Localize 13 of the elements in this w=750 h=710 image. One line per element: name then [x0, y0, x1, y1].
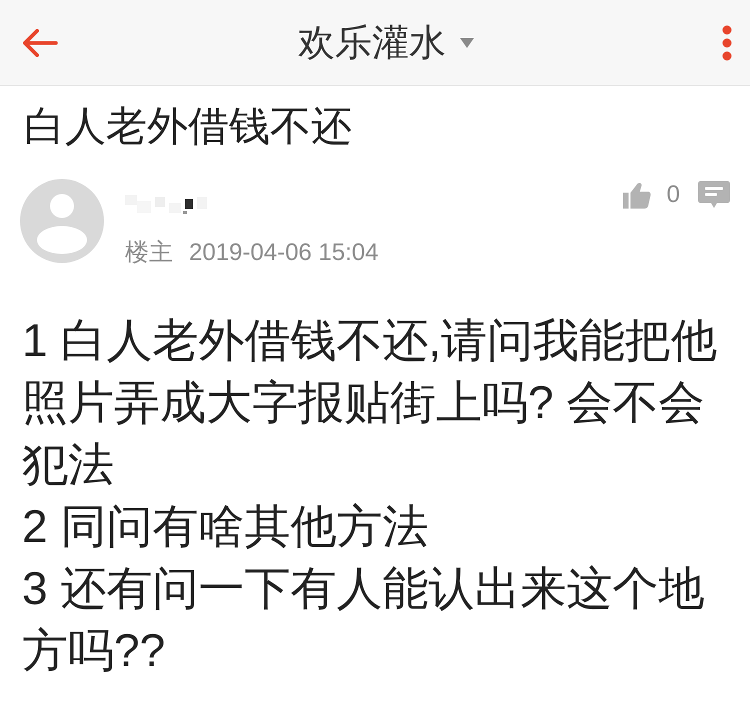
- author-role: 楼主: [125, 239, 173, 267]
- post-paragraph: 2 同问有啥其他方法: [22, 499, 430, 554]
- thumbs-up-icon[interactable]: [622, 182, 651, 208]
- post-paragraph: 3 还有问一下有人能认出来这个地方吗??: [22, 561, 706, 678]
- comment-icon[interactable]: [698, 181, 730, 209]
- more-menu-icon[interactable]: [722, 24, 732, 60]
- post-paragraph: 1 白人老外借钱不还,请问我能把他照片弄成大字报贴街上吗? 会不会犯法: [22, 313, 718, 492]
- like-count: 0: [666, 181, 680, 209]
- forum-title[interactable]: 欢乐灌水: [298, 22, 446, 64]
- post-time: 2019-04-06 15:04: [189, 239, 378, 267]
- post-title: 白人老外借钱不还: [24, 103, 353, 149]
- back-arrow-icon[interactable]: [20, 28, 58, 58]
- caret-icon[interactable]: [460, 38, 474, 48]
